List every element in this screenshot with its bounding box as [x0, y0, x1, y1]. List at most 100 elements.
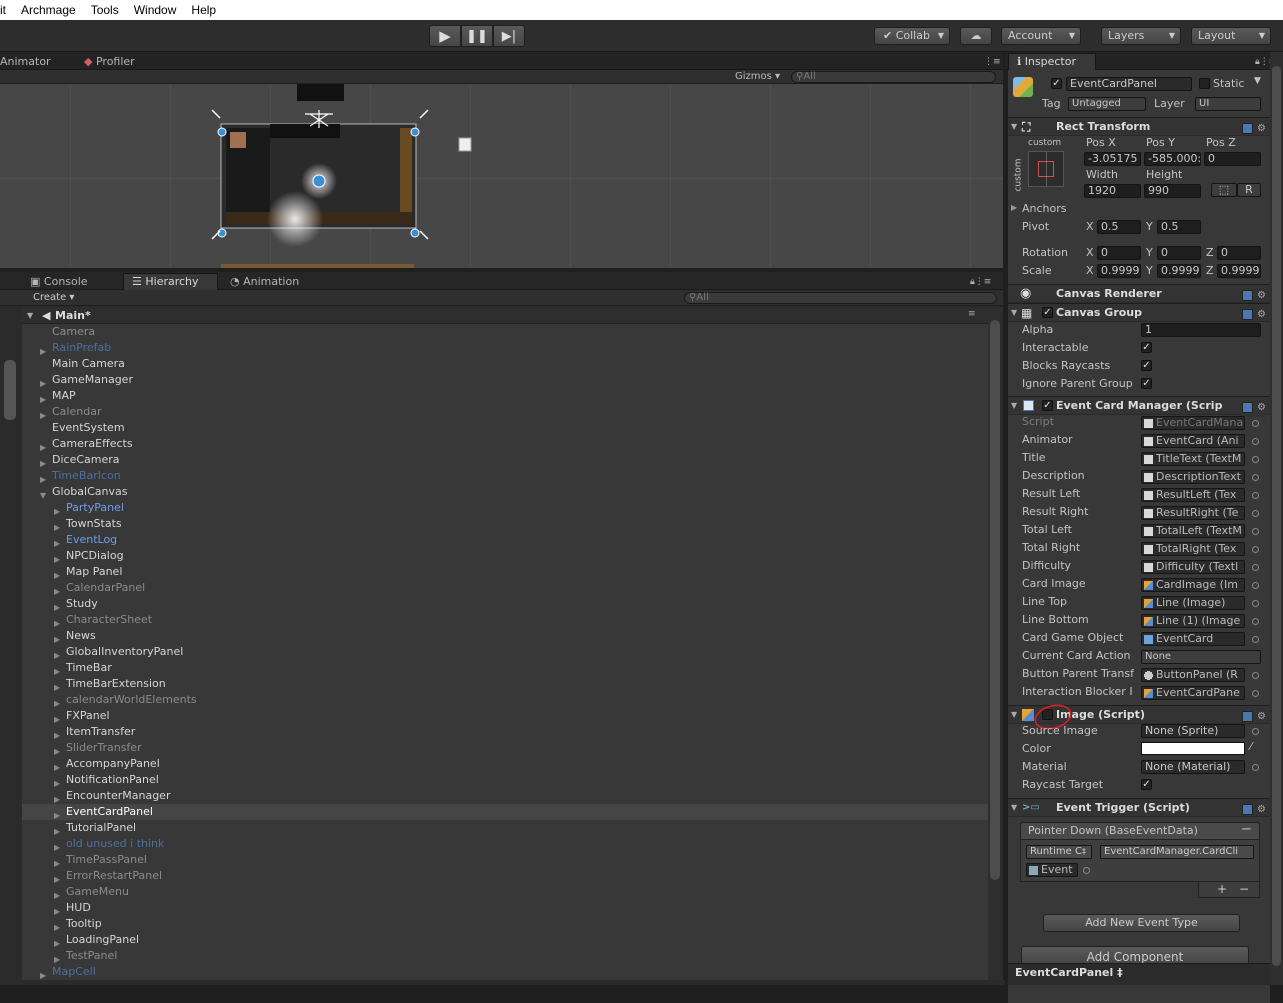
hierarchy-item[interactable]: Camera [22, 324, 988, 340]
ecm-object-field[interactable]: TitleText (TextM [1141, 452, 1245, 466]
collab-button[interactable]: ✔ Collab ▼ [874, 27, 950, 45]
eyedropper-icon[interactable]: ⁄ [1250, 740, 1252, 753]
object-picker-icon[interactable] [1252, 600, 1259, 607]
object-picker-icon[interactable] [1252, 728, 1259, 735]
collapse-arrow-icon[interactable]: ▼ [1011, 799, 1017, 817]
hierarchy-item[interactable]: EventSystem [22, 420, 988, 436]
blocks-raycasts-checkbox[interactable]: ✓ [1141, 360, 1152, 371]
object-name-field[interactable]: EventCardPanel [1066, 77, 1192, 91]
event-target-field[interactable]: Event [1026, 863, 1078, 877]
hierarchy-item[interactable]: ▶ TownStats [22, 516, 988, 532]
object-picker-icon[interactable] [1252, 510, 1259, 517]
component-settings-icon[interactable]: ⚙ [1242, 120, 1266, 138]
component-settings-icon[interactable]: ⚙ [1242, 708, 1266, 726]
object-picker-icon[interactable] [1083, 867, 1090, 874]
ecm-dropdown-field[interactable]: None [1141, 650, 1261, 664]
raw-edit-button[interactable]: R [1237, 183, 1261, 197]
ecm-object-field[interactable]: EventCardPane [1141, 686, 1245, 700]
runtime-dropdown[interactable]: Runtime C‡ [1026, 845, 1092, 859]
hierarchy-item[interactable]: ▶ TimeBar [22, 660, 988, 676]
hierarchy-item[interactable]: ▶ Calendar [22, 404, 988, 420]
inspector-scrollbar[interactable] [1270, 52, 1283, 985]
component-settings-icon[interactable]: ⚙ [1242, 399, 1266, 417]
collapse-arrow-icon[interactable]: ▼ [1011, 706, 1017, 724]
tag-dropdown[interactable]: Untagged [1068, 97, 1146, 111]
hierarchy-item[interactable]: ▶ GameManager [22, 372, 988, 388]
cloud-button[interactable]: ☁ [960, 27, 992, 45]
object-picker-icon[interactable] [1252, 474, 1259, 481]
menu-edit[interactable]: it [0, 3, 6, 17]
event-card-manager-header[interactable]: ▼ ✓ Event Card Manager (Scrip ⚙ [1008, 396, 1270, 417]
rot-z-field[interactable]: 0 [1217, 246, 1261, 260]
component-settings-icon[interactable]: ⚙ [1242, 306, 1266, 324]
rect-transform-header[interactable]: ▼ ⛶ Rect Transform ⚙ [1008, 117, 1270, 136]
object-picker-icon[interactable] [1252, 618, 1259, 625]
anchor-preset-button[interactable] [1028, 151, 1064, 187]
tab-profiler[interactable]: ◆ Profiler [84, 54, 135, 71]
blueprint-mode-button[interactable]: ⬚ [1211, 183, 1237, 197]
scene-search-input[interactable]: ⚲All [791, 71, 996, 83]
hierarchy-item[interactable]: ▶ EncounterManager [22, 788, 988, 804]
collapse-arrow-icon[interactable]: ▼ [1011, 118, 1017, 136]
anchors-foldout[interactable]: Anchors [1022, 202, 1067, 215]
hierarchy-search-input[interactable]: ⚲All [684, 292, 997, 304]
menu-archmage[interactable]: Archmage [21, 3, 76, 17]
ecm-object-field[interactable]: TotalRight (Tex [1141, 542, 1245, 556]
width-field[interactable]: 1920 [1084, 184, 1141, 198]
scene-header[interactable]: ▼ ◀ Main* ≡ [22, 308, 988, 324]
hierarchy-item[interactable]: ▶ Study [22, 596, 988, 612]
object-picker-icon[interactable] [1252, 690, 1259, 697]
posz-field[interactable]: 0 [1204, 152, 1261, 166]
hierarchy-item[interactable]: ▶ TimeBarExtension [22, 676, 988, 692]
left-scrollbar[interactable] [4, 360, 16, 420]
account-dropdown[interactable]: Account ▼ [1001, 27, 1081, 45]
height-field[interactable]: 990 [1144, 184, 1201, 198]
canvas-group-header[interactable]: ▼ ▦ ✓ Canvas Group ⚙ [1008, 303, 1270, 322]
play-button[interactable]: ▶ [429, 25, 461, 47]
active-checkbox[interactable]: ✓ [1051, 78, 1062, 89]
hierarchy-item[interactable]: ▶ FXPanel [22, 708, 988, 724]
hierarchy-item[interactable]: ▶ calendarWorldElements [22, 692, 988, 708]
hierarchy-item[interactable]: ▶ ItemTransfer [22, 724, 988, 740]
expand-arrow-icon[interactable]: ▼ [27, 311, 33, 320]
interactable-checkbox[interactable]: ✓ [1141, 342, 1152, 353]
hierarchy-item[interactable]: ▶ News [22, 628, 988, 644]
hierarchy-item[interactable]: ▶ TimePassPanel [22, 852, 988, 868]
ecm-object-field[interactable]: ResultLeft (Tex [1141, 488, 1245, 502]
gizmos-dropdown[interactable]: Gizmos ▾ [735, 71, 780, 82]
scene-view[interactable] [0, 84, 1003, 268]
menu-help[interactable]: Help [191, 3, 216, 17]
hierarchy-item[interactable]: ▶ CharacterSheet [22, 612, 988, 628]
menu-tools[interactable]: Tools [91, 3, 119, 17]
layer-dropdown[interactable]: UI [1195, 97, 1261, 111]
hierarchy-item[interactable]: ▶ MAP [22, 388, 988, 404]
hierarchy-item[interactable]: ▶ ErrorRestartPanel [22, 868, 988, 884]
inspector-scrollbar-thumb[interactable] [1272, 66, 1281, 966]
hierarchy-item[interactable]: ▶ CalendarPanel [22, 580, 988, 596]
collapsed-arrow-icon[interactable]: ▶ [40, 968, 46, 980]
menu-window[interactable]: Window [134, 3, 177, 17]
object-picker-icon[interactable] [1252, 492, 1259, 499]
object-picker-icon[interactable] [1252, 420, 1259, 427]
pause-button[interactable]: ❚❚ [461, 25, 493, 47]
color-swatch[interactable] [1141, 742, 1245, 755]
ecm-object-field[interactable]: EventCardMana [1141, 416, 1245, 430]
hierarchy-item[interactable]: ▶ LoadingPanel [22, 932, 988, 948]
add-new-event-type-button[interactable]: Add New Event Type [1043, 914, 1240, 932]
create-dropdown[interactable]: Create ▾ [33, 292, 74, 303]
tab-hierarchy[interactable]: ☰ Hierarchy [123, 273, 218, 290]
ecm-object-field[interactable]: Difficulty (Textl [1141, 560, 1245, 574]
scrollbar-thumb[interactable] [990, 320, 1000, 880]
hierarchy-item[interactable]: ▶ TimeBarIcon [22, 468, 988, 484]
layers-dropdown[interactable]: Layers ▼ [1101, 27, 1181, 45]
scale-x-field[interactable]: 0.9999 [1097, 264, 1141, 278]
chevron-down-icon[interactable]: ▼ [1254, 76, 1261, 86]
hierarchy-item[interactable]: ▶ PartyPanel [22, 500, 988, 516]
ecm-object-field[interactable]: EventCard [1141, 632, 1245, 646]
source-image-field[interactable]: None (Sprite) [1141, 724, 1245, 738]
hierarchy-item[interactable]: ▶ EventLog [22, 532, 988, 548]
hierarchy-item[interactable]: ▶ MapCell [22, 964, 988, 980]
pivot-x-field[interactable]: 0.5 [1097, 220, 1141, 234]
tab-inspector[interactable]: ℹ Inspector [1008, 53, 1096, 70]
canvas-renderer-header[interactable]: ◉ Canvas Renderer ⚙ [1008, 284, 1270, 303]
